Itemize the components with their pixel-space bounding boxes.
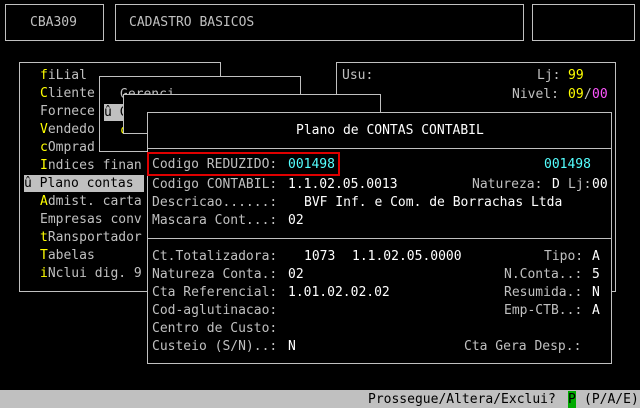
centro-custo-label: Centro de Custo: (152, 321, 278, 336)
nivel-separator: / (584, 87, 592, 102)
cta-referencial-value[interactable]: 1.01.02.02.02 (288, 284, 390, 301)
status-prompt: Prossegue/Altera/Exclui? (368, 392, 556, 407)
mascara-value[interactable]: 02 (288, 212, 304, 229)
ct-totalizadora-label: Ct.Totalizadora: (152, 249, 278, 264)
nconta-label: N.Conta..: (504, 267, 583, 282)
codigo-contabil-value[interactable]: 1.1.02.05.0013 (288, 176, 398, 193)
tipo-label: Tipo: (544, 249, 584, 264)
menu-item-fornecedor[interactable]: Fornece (40, 103, 95, 120)
menu-item-admist-carta[interactable]: Admist. carta (40, 193, 142, 210)
ct-totalizadora-value: 1.1.02.05.0000 (352, 249, 462, 264)
resumida-label: Resumida.: (504, 285, 583, 300)
menu-item-transportador[interactable]: tRansportador (40, 229, 142, 246)
usu-label: Usu: (342, 68, 374, 83)
custeio-value[interactable]: N (288, 338, 296, 355)
dialog-title: Plano de CONTAS CONTABIL (296, 123, 484, 138)
tipo-value[interactable]: A (592, 248, 600, 265)
custeio-label: Custeio (S/N)..: (152, 339, 278, 354)
descricao-value[interactable]: BVF Inf. e Com. de Borrachas Ltda (304, 194, 562, 211)
dialog-divider-top (148, 148, 611, 149)
emp-ctb-value[interactable]: A (592, 302, 600, 319)
menu-item-plano-contas[interactable]: û Plano contas (24, 175, 144, 192)
descricao-label: Descricao......: (152, 195, 278, 210)
codigo-reduzido-right: 001498 (544, 157, 591, 172)
natureza-value[interactable]: D (552, 176, 560, 193)
menu-item-filial[interactable]: fiLial (40, 67, 87, 84)
ct-totalizadora-code[interactable]: 1073 (304, 248, 335, 265)
screen-title: CADASTRO BASICOS (129, 15, 255, 30)
codigo-contabil-label: Codigo CONTABIL: (152, 177, 278, 192)
program-code: CBA309 (30, 15, 77, 30)
menu-item-indices[interactable]: Indices finan (40, 157, 142, 174)
menu-item-cliente[interactable]: Cliente (40, 85, 95, 102)
menu-item-comprador[interactable]: cOmprad (40, 139, 95, 156)
status-options: (P/A/E) (584, 392, 639, 407)
cta-gera-label: Cta Gera Desp.: (464, 339, 582, 354)
natureza-conta-label: Natureza Conta.: (152, 267, 278, 282)
lj-value: 99 (568, 68, 584, 83)
menu-item-empresas-conv[interactable]: Empresas conv (40, 211, 142, 228)
natureza-conta-value[interactable]: 02 (288, 266, 304, 283)
nivel-label: Nivel: (512, 87, 559, 102)
natureza-label: Natureza: (472, 177, 543, 192)
nivel-max: 00 (592, 87, 608, 102)
dialog-lj-label: Lj: (568, 177, 592, 192)
nivel-value: 09 (568, 87, 584, 102)
codigo-reduzido-highlight (147, 152, 340, 176)
header-right-box (532, 4, 635, 41)
dialog-lj-value[interactable]: 00 (592, 176, 608, 193)
lj-label: Lj: (537, 68, 561, 83)
nconta-value[interactable]: 5 (592, 266, 600, 283)
mascara-label: Mascara Cont...: (152, 213, 278, 228)
cod-aglutinacao-label: Cod-aglutinacao: (152, 303, 278, 318)
menu-item-inclui-dig[interactable]: iNclui dig. 9 (40, 265, 142, 282)
menu-item-tabelas[interactable]: Tabelas (40, 247, 95, 264)
emp-ctb-label: Emp-CTB..: (504, 303, 583, 318)
status-input[interactable]: P (568, 391, 576, 408)
dialog-divider-mid (148, 238, 611, 239)
cta-referencial-label: Cta Referencial: (152, 285, 278, 300)
resumida-value[interactable]: N (592, 284, 600, 301)
status-bar: Prossegue/Altera/Exclui? P (P/A/E) (0, 390, 640, 408)
menu-item-vendedor[interactable]: Vendedo (40, 121, 95, 138)
